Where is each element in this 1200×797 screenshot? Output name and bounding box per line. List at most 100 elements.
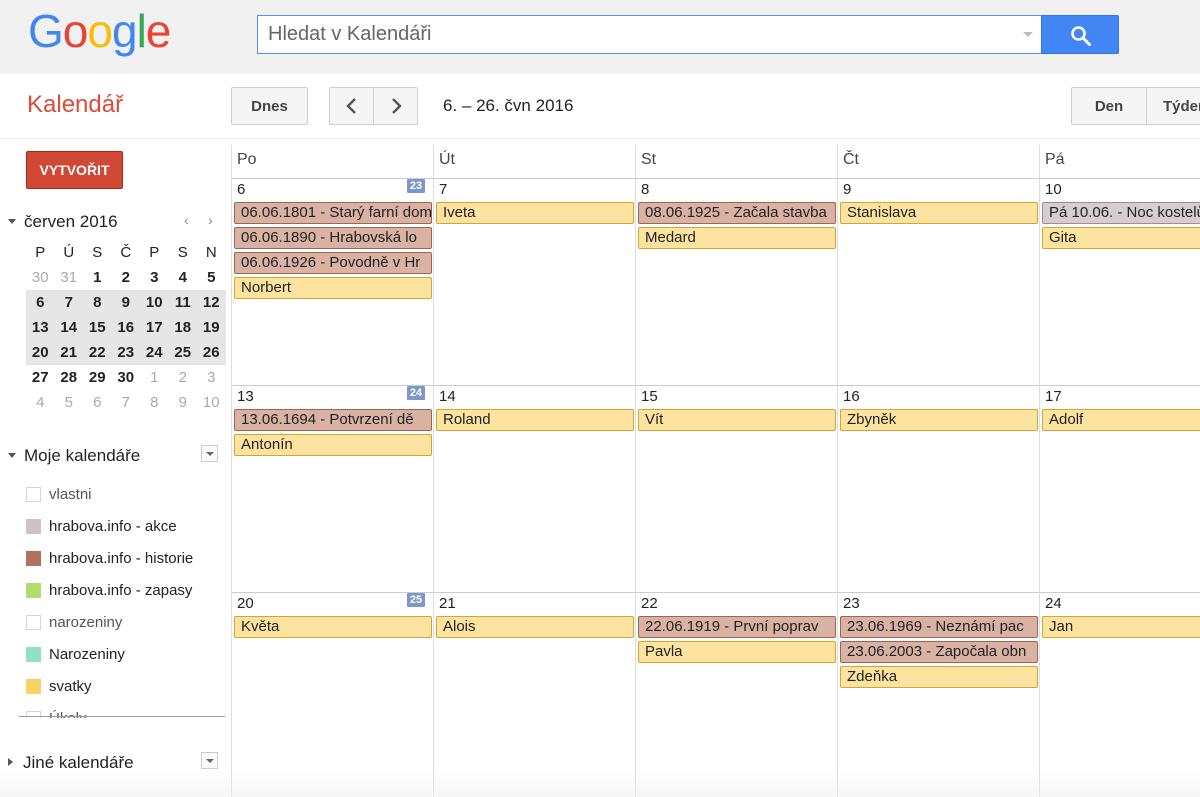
event-chip[interactable]: Květa xyxy=(234,616,432,638)
day-number[interactable]: 17 xyxy=(1045,388,1062,405)
mini-day[interactable]: 1 xyxy=(83,265,112,290)
event-chip[interactable]: Medard xyxy=(638,227,836,249)
event-chip[interactable]: Iveta xyxy=(436,202,634,224)
other-calendars-header[interactable]: Jiné kalendáře xyxy=(8,753,134,773)
week-number-badge[interactable]: 24 xyxy=(407,386,425,400)
mini-day[interactable]: 29 xyxy=(83,365,112,390)
day-number[interactable]: 23 xyxy=(843,595,860,612)
event-chip[interactable]: 23.06.2003 - Započala obn xyxy=(840,641,1038,663)
mini-calendar-next-icon[interactable]: › xyxy=(208,212,213,228)
day-number[interactable]: 21 xyxy=(439,595,456,612)
view-day-button[interactable]: Den xyxy=(1071,87,1147,125)
calendar-color-swatch[interactable] xyxy=(26,582,41,598)
mini-day[interactable]: 4 xyxy=(169,265,198,290)
mini-day[interactable]: 15 xyxy=(83,315,112,340)
next-period-button[interactable] xyxy=(373,87,418,125)
search-options-dropdown-icon[interactable] xyxy=(1023,32,1033,37)
view-week-button[interactable]: Týden xyxy=(1146,87,1200,125)
create-event-button[interactable]: VYTVOŘIT xyxy=(26,151,123,189)
mini-day[interactable]: 20 xyxy=(26,340,55,365)
event-chip[interactable]: Gita xyxy=(1042,227,1200,249)
mini-day[interactable]: 22 xyxy=(83,340,112,365)
event-chip[interactable]: 06.06.1890 - Hrabovská lo xyxy=(234,227,432,249)
day-number[interactable]: 7 xyxy=(439,181,447,198)
day-number[interactable]: 15 xyxy=(641,388,658,405)
mini-calendar-header[interactable]: červen 2016 xyxy=(8,212,118,232)
event-chip[interactable]: Jan xyxy=(1042,616,1200,638)
mini-day[interactable]: 10 xyxy=(197,390,226,415)
previous-period-button[interactable] xyxy=(329,87,374,125)
mini-day[interactable]: 3 xyxy=(140,265,169,290)
event-chip[interactable]: Zdeňka xyxy=(840,666,1038,688)
mini-day[interactable]: 16 xyxy=(112,315,141,340)
mini-day[interactable]: 5 xyxy=(55,390,84,415)
day-number[interactable]: 9 xyxy=(843,181,851,198)
mini-day[interactable]: 5 xyxy=(197,265,226,290)
mini-day[interactable]: 28 xyxy=(55,365,84,390)
calendar-item[interactable]: Narozeniny xyxy=(26,638,226,670)
calendar-item[interactable]: svatky xyxy=(26,670,226,702)
day-number[interactable]: 16 xyxy=(843,388,860,405)
search-button[interactable] xyxy=(1041,15,1119,54)
mini-day[interactable]: 9 xyxy=(169,390,198,415)
day-number[interactable]: 6 xyxy=(237,181,245,198)
mini-day[interactable]: 8 xyxy=(140,390,169,415)
my-calendars-header[interactable]: Moje kalendáře xyxy=(8,446,140,466)
event-chip[interactable]: 08.06.1925 - Začala stavba xyxy=(638,202,836,224)
mini-day[interactable]: 4 xyxy=(26,390,55,415)
calendar-color-swatch[interactable] xyxy=(26,646,41,662)
mini-day[interactable]: 2 xyxy=(112,265,141,290)
mini-day[interactable]: 7 xyxy=(112,390,141,415)
mini-day[interactable]: 24 xyxy=(140,340,169,365)
calendar-item[interactable]: hrabova.info - historie xyxy=(26,542,226,574)
mini-day[interactable]: 6 xyxy=(83,390,112,415)
mini-day[interactable]: 1 xyxy=(140,365,169,390)
mini-day[interactable]: 13 xyxy=(26,315,55,340)
event-chip[interactable]: Adolf xyxy=(1042,409,1200,431)
calendar-color-swatch[interactable] xyxy=(26,550,41,566)
event-chip[interactable]: Norbert xyxy=(234,277,432,299)
my-calendars-menu-button[interactable] xyxy=(201,445,218,462)
calendar-color-swatch[interactable] xyxy=(26,486,41,502)
event-chip[interactable]: Zbyněk xyxy=(840,409,1038,431)
mini-day[interactable]: 27 xyxy=(26,365,55,390)
search-box[interactable] xyxy=(257,15,1041,54)
mini-day[interactable]: 2 xyxy=(169,365,198,390)
mini-day[interactable]: 3 xyxy=(197,365,226,390)
search-input[interactable] xyxy=(268,16,1008,53)
mini-day[interactable]: 10 xyxy=(140,290,169,315)
mini-day[interactable]: 14 xyxy=(55,315,84,340)
day-number[interactable]: 14 xyxy=(439,388,456,405)
calendar-item[interactable]: hrabova.info - zapasy xyxy=(26,574,226,606)
app-title[interactable]: Kalendář xyxy=(27,91,123,119)
event-chip[interactable]: Alois xyxy=(436,616,634,638)
google-logo[interactable]: Google xyxy=(28,4,171,58)
mini-day[interactable]: 11 xyxy=(169,290,198,315)
mini-day[interactable]: 30 xyxy=(112,365,141,390)
event-chip[interactable]: 23.06.1969 - Neznámí pac xyxy=(840,616,1038,638)
day-number[interactable]: 22 xyxy=(641,595,658,612)
mini-day[interactable]: 18 xyxy=(169,315,198,340)
mini-day[interactable]: 7 xyxy=(55,290,84,315)
mini-day[interactable]: 6 xyxy=(26,290,55,315)
event-chip[interactable]: Roland xyxy=(436,409,634,431)
day-number[interactable]: 10 xyxy=(1045,181,1062,198)
event-chip[interactable]: Stanislava xyxy=(840,202,1038,224)
event-chip[interactable]: 06.06.1801 - Starý farní dom xyxy=(234,202,432,224)
mini-day[interactable]: 8 xyxy=(83,290,112,315)
event-chip[interactable]: 06.06.1926 - Povodně v Hr xyxy=(234,252,432,274)
mini-day[interactable]: 21 xyxy=(55,340,84,365)
mini-calendar-prev-icon[interactable]: ‹ xyxy=(184,212,189,228)
mini-day[interactable]: 17 xyxy=(140,315,169,340)
mini-day[interactable]: 25 xyxy=(169,340,198,365)
event-chip[interactable]: 13.06.1694 - Potvrzení dě xyxy=(234,409,432,431)
calendar-color-swatch[interactable] xyxy=(26,678,41,694)
event-chip[interactable]: Pavla xyxy=(638,641,836,663)
day-number[interactable]: 24 xyxy=(1045,595,1062,612)
calendar-item[interactable]: vlastni xyxy=(26,478,226,510)
day-number[interactable]: 20 xyxy=(237,595,254,612)
mini-day[interactable]: 9 xyxy=(112,290,141,315)
event-chip[interactable]: 22.06.1919 - První poprav xyxy=(638,616,836,638)
day-number[interactable]: 8 xyxy=(641,181,649,198)
calendar-color-swatch[interactable] xyxy=(26,614,41,630)
